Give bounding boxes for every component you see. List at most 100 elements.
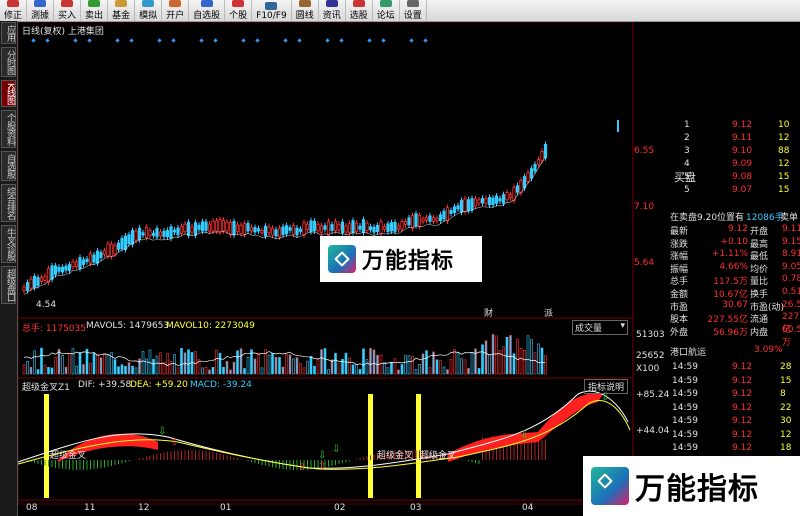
candle-body (43, 275, 47, 281)
volume-bar (530, 339, 533, 375)
toolbar-button[interactable]: 选股 (346, 0, 373, 21)
indicator-name[interactable]: 超级金叉Z1 (22, 380, 70, 393)
volume-dropdown[interactable]: 成交量 ▾ (572, 320, 628, 335)
candle-body (358, 225, 362, 230)
sidebar-tab[interactable]: 应用 (1, 22, 16, 44)
quote-value: 0.78 (782, 274, 800, 285)
toolbar-button[interactable]: 买入 (54, 0, 82, 21)
candle-body (379, 221, 383, 234)
candle-body (393, 221, 397, 232)
volume-bar (449, 359, 453, 375)
toolbar-button-label: 资讯 (322, 11, 341, 21)
volume-bar (306, 360, 309, 375)
volume-bar (411, 355, 414, 375)
volume-bar (103, 353, 106, 375)
sidebar-tab[interactable]: 自选股 (1, 150, 16, 181)
candle-body (274, 229, 278, 237)
candle-body (197, 224, 201, 230)
sidebar-tab[interactable]: K线图 (1, 80, 16, 107)
toolbar-button[interactable]: 个股 (225, 0, 253, 21)
volume: 10 (778, 120, 790, 130)
candle-body (470, 198, 474, 211)
volume-bar (446, 369, 449, 375)
toolbar-button[interactable]: 修正 (0, 0, 28, 21)
candle-body (120, 237, 124, 249)
volume-bar (82, 364, 85, 375)
quote-value: 227.55亿 (707, 315, 749, 326)
candle-body (211, 220, 215, 232)
volume-bar (148, 349, 152, 375)
candle-body (127, 234, 131, 245)
volume-bar (50, 367, 54, 375)
sidebar-tab[interactable]: 牛叉诊股 (1, 224, 16, 263)
buy-arrow-icon: ⇧ (298, 462, 306, 473)
sidebar-tab[interactable]: 分时图 (1, 47, 16, 77)
volume-bar (211, 367, 215, 375)
candle-body (74, 261, 79, 268)
volume-bar (40, 347, 43, 375)
volume-bar (313, 365, 316, 375)
toolbar-button[interactable]: 測據 (27, 0, 55, 21)
quote-key: 均价 (750, 264, 769, 275)
sidebar-tab[interactable]: 综合排名 (1, 183, 16, 222)
toolbar-icon (200, 0, 213, 7)
volume-bar (152, 359, 155, 375)
candle-body (477, 199, 481, 204)
candle-body (323, 225, 327, 230)
volume-bar (355, 364, 358, 375)
volume-bar (232, 361, 236, 375)
event-marker-icon (87, 38, 92, 43)
candle-body (92, 254, 96, 263)
event-marker-icon (409, 38, 414, 43)
volume-bar (47, 367, 50, 375)
toolbar-button[interactable]: 自选股 (189, 0, 226, 21)
toolbar-button[interactable]: 基金 (108, 0, 136, 21)
toolbar-button[interactable]: 论坛 (373, 0, 400, 21)
volume-bar (274, 356, 278, 375)
quote-value: 10.67亿 (713, 290, 748, 300)
date-tick: 12 (138, 503, 150, 513)
candle-body (508, 194, 513, 199)
candle-body (64, 265, 68, 271)
toolbar-button[interactable]: 设置 (400, 0, 427, 21)
toolbar-button[interactable]: 圆线 (292, 0, 319, 21)
toolbar-icon (325, 0, 338, 7)
toolbar-button[interactable]: 卖出 (81, 0, 109, 21)
toolbar-button-label: 选股 (349, 11, 368, 21)
volume-bar (302, 367, 306, 375)
sector-name[interactable]: 港口航运 (670, 345, 706, 358)
toolbar-icon (265, 2, 278, 10)
volume-bar (540, 347, 544, 375)
volume-bar (505, 337, 509, 375)
event-marker-icon (297, 38, 302, 43)
date-tick: 03 (410, 503, 422, 513)
sidebar-tab[interactable]: 个股资料 (1, 109, 16, 148)
trade-time: 14:59 (672, 375, 698, 386)
toolbar-icon (232, 0, 245, 7)
event-marker-icon (171, 38, 176, 43)
toolbar-button-label: 測據 (31, 11, 50, 21)
toolbar-button[interactable]: 资讯 (319, 0, 346, 21)
toolbar-icon (88, 0, 101, 7)
candle-body (400, 221, 404, 230)
indicator-help-button[interactable]: 指标说明 (584, 379, 629, 394)
toolbar-button[interactable]: F10/F9 (252, 0, 292, 21)
candle-body (141, 232, 145, 236)
volume-bar (22, 364, 26, 375)
candle-body (148, 230, 152, 236)
candle-body (403, 221, 408, 226)
sidebar-tab[interactable]: 超级盘口 (1, 265, 16, 304)
order-status-volume: 12086手 (746, 213, 784, 223)
brand-logo-icon (328, 245, 356, 273)
toolbar-button[interactable]: 开户 (162, 0, 190, 21)
trade-row: 14:59 9.12 22 (668, 403, 800, 416)
candle-body (95, 250, 100, 264)
volume-bar (516, 338, 519, 375)
candle-body (176, 227, 180, 236)
candle-body (36, 277, 40, 286)
candle-body (225, 221, 229, 232)
volume-bar (190, 352, 194, 375)
toolbar-button[interactable]: 模拟 (135, 0, 163, 21)
trade-row: 14:59 9.12 18 (668, 443, 800, 456)
candle-body (158, 231, 163, 237)
